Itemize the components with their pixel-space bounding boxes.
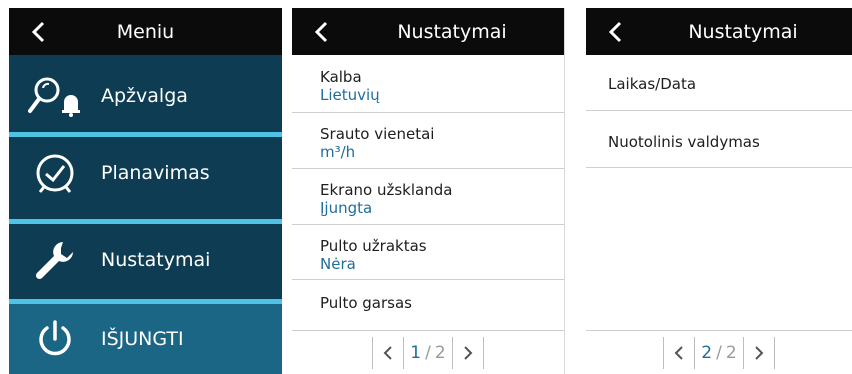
setting-value: Lietuvių bbox=[320, 86, 380, 104]
setting-title: Ekrano užsklanda bbox=[320, 181, 453, 199]
chevron-left-icon bbox=[383, 345, 393, 360]
total-pages: 2 bbox=[725, 342, 737, 363]
settings-title: Nustatymai bbox=[688, 20, 798, 43]
menu-panel: Meniu Apžvalga Planavimas Nustatymai IŠJ… bbox=[9, 8, 282, 374]
settings-header: Nustatymai bbox=[292, 8, 564, 55]
menu-item-label: IŠJUNGTI bbox=[101, 328, 184, 350]
menu-item-overview[interactable]: Apžvalga bbox=[9, 60, 282, 132]
setting-value: Įjungta bbox=[320, 199, 373, 217]
chevron-left-icon bbox=[31, 21, 45, 42]
page-separator: / bbox=[716, 342, 722, 363]
setting-value: Nėra bbox=[320, 255, 356, 273]
chevron-left-icon bbox=[674, 345, 684, 360]
setting-row-time-date[interactable]: Laikas/Data bbox=[586, 55, 852, 111]
setting-title: Kalba bbox=[320, 68, 362, 86]
back-button[interactable] bbox=[602, 8, 628, 55]
back-button[interactable] bbox=[25, 8, 51, 55]
menu-item-label: Nustatymai bbox=[101, 249, 211, 271]
settings-panel-page-1: Nustatymai Kalba Lietuvių Srauto vieneta… bbox=[292, 8, 565, 374]
current-page: 1 bbox=[410, 342, 422, 363]
menu-item-settings[interactable]: Nustatymai bbox=[9, 224, 282, 296]
setting-row-language[interactable]: Kalba Lietuvių bbox=[292, 55, 564, 113]
total-pages: 2 bbox=[434, 342, 446, 363]
chevron-right-icon bbox=[754, 345, 764, 360]
page-indicator: 1 / 2 bbox=[404, 343, 451, 363]
setting-row-panel-lock[interactable]: Pulto užraktas Nėra bbox=[292, 225, 564, 280]
setting-row-flow-units[interactable]: Srauto vienetai m³/h bbox=[292, 113, 564, 169]
pager: 2 / 2 bbox=[586, 330, 852, 374]
prev-page-button[interactable] bbox=[664, 345, 694, 361]
setting-row-remote-control[interactable]: Nuotolinis valdymas bbox=[586, 111, 852, 168]
chevron-right-icon bbox=[463, 345, 473, 360]
settings-panel-page-2: Nustatymai Laikas/Data Nuotolinis valdym… bbox=[586, 8, 852, 374]
setting-title: Nuotolinis valdymas bbox=[608, 133, 760, 151]
setting-row-panel-sound[interactable]: Pulto garsas bbox=[292, 280, 564, 331]
menu-item-scheduling[interactable]: Planavimas bbox=[9, 137, 282, 209]
wrench-icon bbox=[9, 224, 101, 296]
setting-title: Pulto užraktas bbox=[320, 237, 427, 255]
prev-page-button[interactable] bbox=[373, 345, 403, 361]
back-button[interactable] bbox=[308, 8, 334, 55]
menu-item-label: Planavimas bbox=[101, 162, 210, 184]
settings-header: Nustatymai bbox=[586, 8, 852, 55]
pager: 1 / 2 bbox=[292, 330, 564, 374]
setting-row-screensaver[interactable]: Ekrano užsklanda Įjungta bbox=[292, 169, 564, 225]
menu-item-power-off[interactable]: IŠJUNGTI bbox=[9, 304, 282, 374]
menu-header: Meniu bbox=[9, 8, 282, 55]
next-page-button[interactable] bbox=[744, 345, 774, 361]
setting-value: m³/h bbox=[320, 143, 356, 161]
setting-title: Laikas/Data bbox=[608, 75, 697, 93]
page-separator: / bbox=[425, 342, 431, 363]
chevron-left-icon bbox=[314, 21, 328, 42]
setting-title: Pulto garsas bbox=[320, 294, 412, 312]
chevron-left-icon bbox=[608, 21, 622, 42]
power-icon bbox=[9, 303, 101, 374]
clock-icon bbox=[9, 137, 101, 209]
menu-title: Meniu bbox=[116, 20, 175, 43]
settings-title: Nustatymai bbox=[397, 20, 507, 43]
page-indicator: 2 / 2 bbox=[695, 343, 742, 363]
next-page-button[interactable] bbox=[453, 345, 483, 361]
menu-item-label: Apžvalga bbox=[101, 85, 188, 107]
setting-title: Srauto vienetai bbox=[320, 125, 435, 143]
current-page: 2 bbox=[701, 342, 713, 363]
pager-divider bbox=[482, 336, 484, 369]
pager-divider bbox=[773, 336, 775, 369]
search-alarm-icon bbox=[9, 60, 101, 132]
